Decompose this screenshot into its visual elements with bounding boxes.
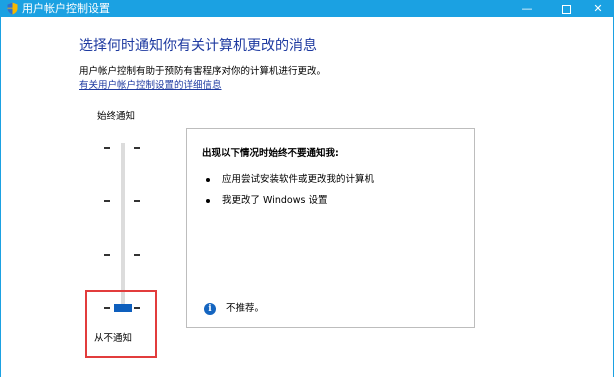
panel-list-item: 我更改了 Windows 设置 <box>206 195 327 207</box>
minimize-button[interactable]: — <box>510 0 544 17</box>
maximize-icon <box>561 4 571 14</box>
recommendation-text: 不推荐。 <box>226 302 265 314</box>
slider-tick-level-2-right <box>134 254 140 256</box>
selection-highlight-box <box>85 290 157 358</box>
recommendation-note: i 不推荐。 <box>204 298 265 315</box>
notify-level-slider-track[interactable] <box>121 143 125 310</box>
bullet-icon <box>206 177 210 182</box>
page-heading: 选择何时通知你有关计算机更改的消息 <box>79 38 317 54</box>
slider-tick-level-3-left <box>104 200 110 202</box>
description-text: 用户帐户控制有助于预防有害程序对你的计算机进行更改。 <box>79 66 327 77</box>
slider-tick-level-3-right <box>134 200 140 202</box>
info-icon: i <box>204 302 216 315</box>
panel-list-item-text: 应用尝试安装软件或更改我的计算机 <box>222 174 375 185</box>
panel-list-item: 应用尝试安装软件或更改我的计算机 <box>206 174 374 186</box>
uac-settings-window: 用户帐户控制设置 — ✕ 选择何时通知你有关计算机更改的消息 用户帐户控制有助于… <box>0 0 614 377</box>
window-title: 用户帐户控制设置 <box>22 2 110 15</box>
slider-top-label: 始终通知 <box>97 111 136 122</box>
panel-title: 出现以下情况时始终不要通知我: <box>202 148 339 159</box>
uac-details-link[interactable]: 有关用户帐户控制设置的详细信息 <box>79 80 222 92</box>
slider-tick-level-4-left <box>104 147 110 149</box>
close-button[interactable]: ✕ <box>581 0 614 17</box>
uac-shield-icon <box>7 2 18 15</box>
level-description-panel: 出现以下情况时始终不要通知我: 应用尝试安装软件或更改我的计算机 我更改了 Wi… <box>186 128 475 328</box>
maximize-button[interactable] <box>549 0 583 17</box>
slider-tick-level-4-right <box>134 147 140 149</box>
slider-tick-level-2-left <box>104 254 110 256</box>
title-bar[interactable]: 用户帐户控制设置 — ✕ <box>1 0 614 17</box>
panel-list-item-text: 我更改了 Windows 设置 <box>222 195 328 206</box>
bullet-icon <box>206 198 210 203</box>
